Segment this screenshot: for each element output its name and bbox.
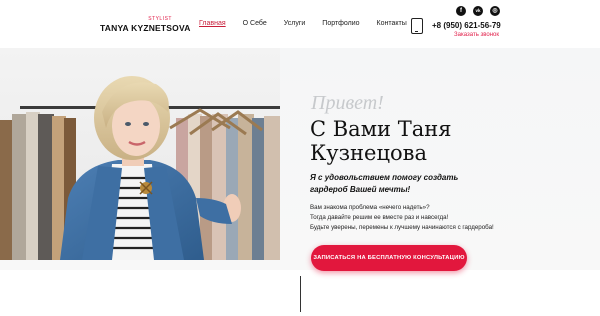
section-divider (300, 276, 301, 312)
hero-desc-line-2: Тогда давайте решим ее вместе раз и навс… (310, 214, 449, 221)
site-header: STYLIST TANYA KYZNETSOVA Главная О Себе … (0, 0, 600, 48)
logo-name: TANYA KYZNETSOVA (100, 23, 191, 33)
nav-item-contacts[interactable]: Контакты (377, 20, 407, 27)
vk-icon[interactable]: vk (473, 6, 483, 16)
headline-line-2: Кузнецова (310, 141, 427, 165)
headline-line-1: С Вами Таня (310, 117, 452, 141)
instagram-icon[interactable]: ◎ (490, 6, 500, 16)
nav-item-portfolio[interactable]: Портфолио (322, 20, 359, 27)
hero-headline: С Вами Таня Кузнецова (310, 117, 510, 165)
tagline-line-2: гардероб Вашей мечты! (310, 185, 411, 194)
nav-item-about[interactable]: О Себе (243, 20, 267, 27)
hero-desc-line-1: Вам знакома проблема «нечего надеть»? (310, 204, 430, 211)
phone-icon (411, 18, 423, 34)
logo[interactable]: STYLIST TANYA KYZNETSOVA (100, 16, 190, 36)
hero-photo (0, 48, 280, 260)
logo-tag: STYLIST (148, 16, 172, 22)
callback-link[interactable]: Заказать звонок (454, 32, 499, 38)
main-nav: Главная О Себе Услуги Портфолио Контакты (199, 20, 424, 27)
greeting: Привет! (311, 92, 384, 114)
nav-item-services[interactable]: Услуги (284, 20, 306, 27)
tagline-line-1: Я с удовольствием помогу создать (310, 173, 459, 182)
nav-item-home[interactable]: Главная (199, 20, 226, 27)
free-consultation-button[interactable]: ЗАПИСАТЬСЯ НА БЕСПЛАТНУЮ КОНСУЛЬТАЦИЮ (311, 245, 467, 271)
phone-number[interactable]: +8 (950) 621-56-79 (432, 21, 501, 30)
facebook-icon[interactable]: f (456, 6, 466, 16)
hero-desc-line-3: Будьте уверены, перемены к лучшему начин… (310, 224, 494, 231)
stylist-photo-illustration (0, 48, 280, 260)
hero-tagline: Я с удовольствием помогу создать гардеро… (310, 172, 490, 196)
